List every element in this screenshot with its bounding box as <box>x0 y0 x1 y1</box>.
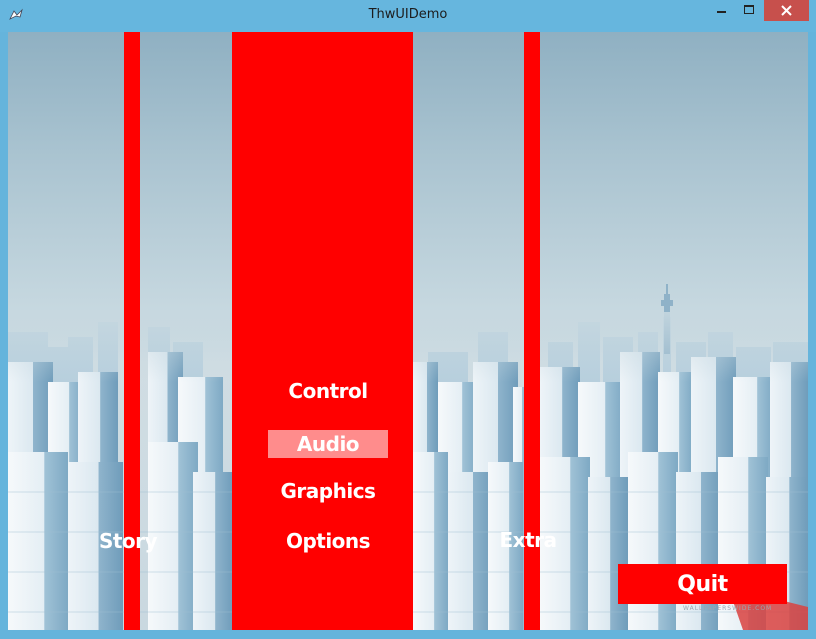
close-icon <box>781 5 792 16</box>
quit-label: Quit <box>677 571 728 597</box>
window-title: ThwUIDemo <box>368 7 448 22</box>
title-bar[interactable]: ThwUIDemo <box>0 0 816 32</box>
app-window: ThwUIDemo Story Options Extra Control Au… <box>0 0 816 639</box>
audio-label: Audio <box>296 432 360 456</box>
wallpaper-watermark: WALLPAPERSWIDE.COM <box>683 605 773 612</box>
game-viewport: Story Options Extra Control Audio Graphi… <box>8 32 808 630</box>
quit-button[interactable]: Quit <box>618 564 787 604</box>
graphics-submenu-item[interactable]: Graphics <box>248 479 408 503</box>
minimize-button[interactable] <box>709 0 735 21</box>
control-submenu-item[interactable]: Control <box>248 379 408 403</box>
maximize-button[interactable] <box>736 0 762 21</box>
story-menu-button[interactable]: Story <box>88 529 168 553</box>
close-button[interactable] <box>764 0 809 21</box>
audio-submenu-item[interactable]: Audio <box>268 430 388 458</box>
extra-menu-button[interactable]: Extra <box>488 528 568 552</box>
options-menu-button[interactable]: Options <box>248 529 408 553</box>
